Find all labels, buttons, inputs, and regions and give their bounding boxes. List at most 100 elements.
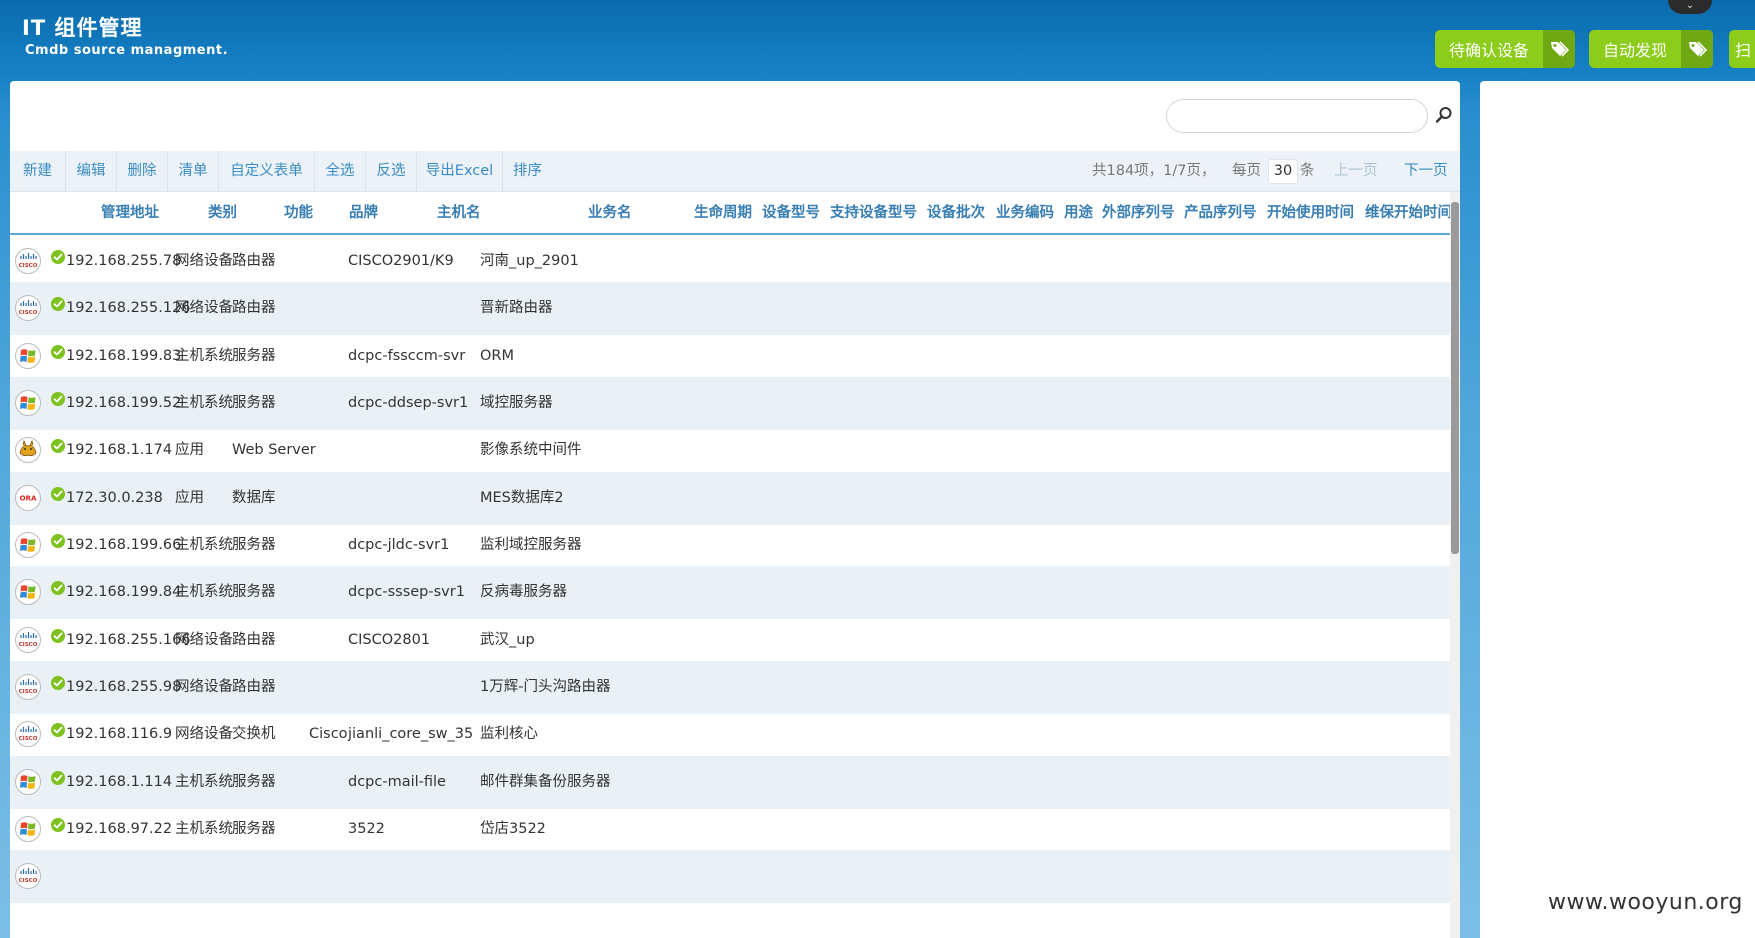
column-header[interactable]: 管理地址 — [101, 192, 159, 235]
cell-category: 应用 — [175, 489, 204, 506]
column-header[interactable]: 支持设备型号 — [830, 192, 917, 235]
column-header[interactable]: 开始使用时间 — [1267, 192, 1354, 235]
cisco-icon: CISCO — [14, 720, 42, 748]
table-row[interactable]: 192.168.97.22 主机系统 服务器 3522 岱店3522 — [10, 803, 1450, 856]
column-header[interactable]: 主机名 — [437, 192, 481, 235]
column-header[interactable]: 用途 — [1064, 192, 1093, 235]
cell-category: 网络设备 — [175, 678, 233, 695]
sort-button[interactable]: 排序 — [503, 151, 552, 192]
table-row[interactable]: 192.168.199.83 主机系统 服务器 dcpc-fssccm-svr ORM — [10, 330, 1450, 383]
status-ok-icon — [50, 486, 66, 502]
cell-category: 主机系统 — [175, 584, 233, 601]
delete-button[interactable]: 删除 — [117, 151, 168, 192]
table-row[interactable]: ORA 172.30.0.238 应用 数据库 MES数据库2 — [10, 471, 1450, 525]
status-ok-icon — [50, 817, 66, 833]
table-row[interactable]: CISCO 192.168.255.166 网络设备 路由器 CISCO2801 武汉_u… — [10, 614, 1450, 667]
windows-icon — [14, 342, 42, 370]
cell-ip[interactable]: 192.168.255.78 — [66, 235, 181, 288]
cell-ip[interactable]: 192.168.1.114 — [66, 756, 172, 809]
cell-ip[interactable]: 192.168.116.9 — [66, 708, 172, 761]
table-row[interactable]: CISCO 192.168.255.98 网络设备 路由器 1万辉-门头沟路由器 — [10, 660, 1450, 714]
table-scrollbar[interactable] — [1450, 192, 1460, 938]
cell-ip[interactable]: 192.168.1.174 — [66, 424, 172, 477]
table-row[interactable]: CISCO — [10, 850, 1450, 904]
next-page-button[interactable]: 下一页 — [1404, 151, 1448, 192]
cell-category: 网络设备 — [175, 631, 233, 648]
cell-business: 监利域控服务器 — [480, 536, 582, 553]
column-header[interactable]: 业务名 — [588, 192, 632, 235]
column-header[interactable]: 业务编码 — [996, 192, 1054, 235]
cell-ip[interactable]: 192.168.255.126 — [66, 282, 191, 335]
svg-text:CISCO: CISCO — [19, 736, 38, 742]
table-row[interactable]: 192.168.1.114 主机系统 服务器 dcpc-mail-file 邮件群集备份… — [10, 755, 1450, 809]
svg-text:CISCO: CISCO — [19, 263, 38, 269]
cell-business: MES数据库2 — [480, 489, 564, 506]
cell-ip[interactable]: 192.168.255.166 — [66, 614, 191, 667]
prev-page-button[interactable]: 上一页 — [1334, 151, 1378, 192]
oracle-icon: ORA — [14, 484, 42, 512]
edit-button[interactable]: 编辑 — [66, 151, 117, 192]
column-header[interactable]: 生命周期 — [694, 192, 752, 235]
table-row[interactable]: 192.168.199.84 主机系统 服务器 dcpc-sssep-svr1 反病毒服… — [10, 566, 1450, 620]
pending-devices-button[interactable]: 待确认设备 — [1435, 30, 1576, 68]
cell-hostname: dcpc-mail-file — [348, 773, 446, 790]
cisco-icon: CISCO — [14, 862, 42, 890]
table-row[interactable]: 192.168.1.174 应用 Web Server 影像系统中间件 — [10, 424, 1450, 477]
list-button[interactable]: 清单 — [168, 151, 219, 192]
cell-ip[interactable]: 172.30.0.238 — [66, 472, 163, 525]
status-ok-icon — [50, 391, 66, 407]
toolbar: 新建 编辑 删除 清单 自定义表单 全选 反选 导出Excel 排序 共184项… — [10, 151, 1460, 192]
cell-hostname: dcpc-sssep-svr1 — [348, 584, 465, 601]
column-header[interactable]: 品牌 — [349, 192, 378, 235]
table-row[interactable]: 192.168.199.52 主机系统 服务器 dcpc-ddsep-svr1 域控服务… — [10, 376, 1450, 430]
scan-button[interactable]: 扫 — [1729, 30, 1755, 68]
auto-discover-button[interactable]: 自动发现 — [1589, 30, 1714, 68]
column-header[interactable]: 设备批次 — [927, 192, 985, 235]
search-icon[interactable] — [1434, 105, 1454, 125]
table-row[interactable]: 192.168.199.66 主机系统 服务器 dcpc-jldc-svr1 监利域控服… — [10, 519, 1450, 572]
export-excel-button[interactable]: 导出Excel — [417, 151, 503, 192]
table-row[interactable]: CISCO 192.168.255.126 网络设备 路由器 晋新路由器 — [10, 282, 1450, 336]
pending-devices-label: 待确认设备 — [1449, 41, 1530, 60]
cell-business: 晋新路由器 — [480, 300, 553, 317]
windows-icon — [14, 531, 42, 559]
cell-ip[interactable]: 192.168.199.84 — [66, 566, 181, 619]
cell-category: 主机系统 — [175, 347, 233, 364]
cell-function: 路由器 — [232, 678, 276, 695]
select-all-button[interactable]: 全选 — [315, 151, 366, 192]
cell-ip[interactable]: 192.168.199.52 — [66, 377, 181, 430]
invert-selection-button[interactable]: 反选 — [366, 151, 417, 192]
status-ok-icon — [50, 438, 66, 454]
table-row[interactable]: CISCO 192.168.116.9 网络设备 交换机 Cisco jianli_cor… — [10, 708, 1450, 761]
cell-ip[interactable]: 192.168.255.98 — [66, 661, 181, 714]
cell-function: 服务器 — [232, 347, 276, 364]
cell-category: 应用 — [175, 442, 204, 459]
windows-icon — [14, 815, 42, 843]
cell-hostname: CISCO2801 — [348, 631, 431, 648]
cell-function: 交换机 — [232, 726, 276, 743]
column-header[interactable]: 类别 — [208, 192, 237, 235]
table-row[interactable]: CISCO 192.168.255.78 网络设备 路由器 CISCO2901/K9 河南… — [10, 235, 1450, 288]
scan-label: 扫 — [1735, 41, 1752, 60]
cell-ip[interactable]: 192.168.97.22 — [66, 803, 172, 856]
custom-form-button[interactable]: 自定义表单 — [219, 151, 315, 192]
cell-ip[interactable]: 192.168.199.83 — [66, 330, 181, 383]
column-header[interactable]: 功能 — [284, 192, 313, 235]
new-button[interactable]: 新建 — [10, 151, 66, 192]
search-input[interactable] — [1166, 99, 1428, 133]
collapse-toggle[interactable]: ⌄ — [1668, 0, 1712, 14]
status-ok-icon — [50, 628, 66, 644]
table-body: CISCO 192.168.255.78 网络设备 路由器 CISCO2901/K9 河南… — [10, 235, 1450, 938]
app-title: IT 组件管理 — [22, 16, 143, 40]
column-header[interactable]: 维保开始时间 — [1365, 192, 1452, 235]
column-header[interactable]: 外部序列号 — [1102, 192, 1175, 235]
column-header[interactable]: 产品序列号 — [1184, 192, 1257, 235]
per-page-input[interactable]: 30 — [1268, 159, 1298, 184]
column-header[interactable]: 设备型号 — [762, 192, 820, 235]
cell-function: Web Server — [232, 442, 316, 459]
cell-hostname: CISCO2901/K9 — [348, 253, 454, 269]
chevron-down-icon: ⌄ — [1685, 0, 1695, 11]
cell-ip[interactable]: 192.168.199.66 — [66, 519, 181, 572]
scroll-thumb[interactable] — [1451, 202, 1459, 554]
cell-function: 路由器 — [232, 631, 276, 648]
